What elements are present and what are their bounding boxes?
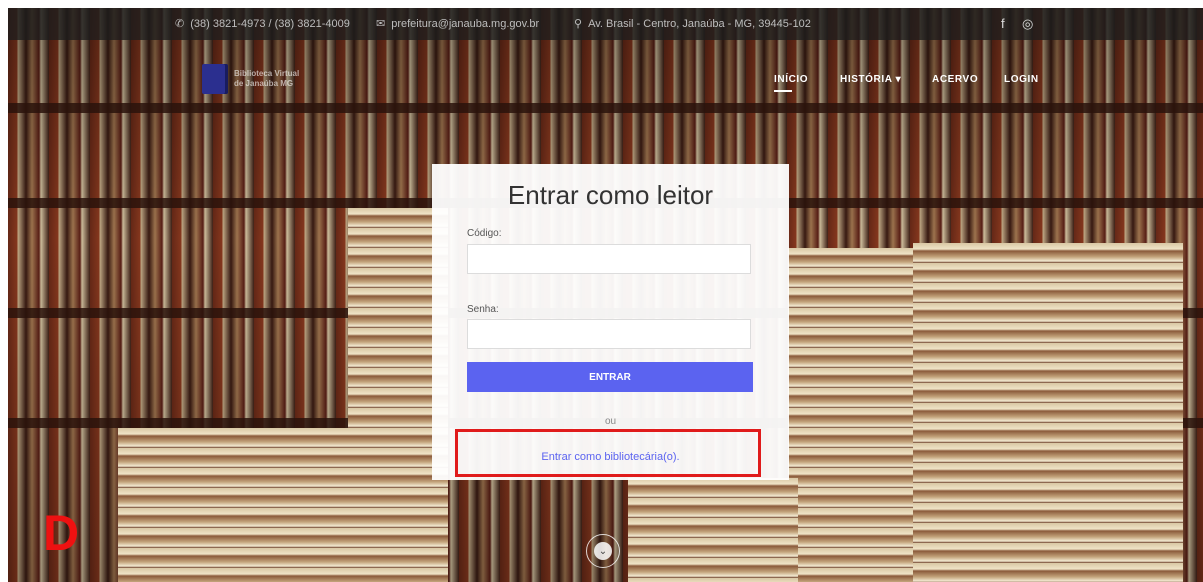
nav-inicio[interactable]: INÍCIO	[774, 74, 809, 92]
envelope-icon: ✉	[376, 18, 386, 30]
nav-acervo-label: ACERVO	[932, 74, 979, 85]
submit-button[interactable]: ENTRAR	[467, 362, 753, 392]
book-stack	[913, 243, 1183, 582]
hero-background: ✆ (38) 3821-4973 / (38) 3821-4009 ✉ pref…	[8, 8, 1203, 582]
nav-historia[interactable]: HISTÓRIA ▾	[840, 74, 901, 85]
email-text[interactable]: prefeitura@janauba.mg.gov.br	[391, 18, 539, 30]
scroll-down-button[interactable]: ⌄	[586, 534, 620, 568]
book-stack	[628, 478, 798, 582]
password-input[interactable]	[467, 319, 751, 349]
nav-login-label: LOGIN	[1004, 74, 1039, 85]
nav-inicio-label: INÍCIO	[774, 74, 809, 85]
code-input[interactable]	[467, 244, 751, 274]
instagram-icon[interactable]: ◎	[1022, 16, 1033, 32]
page-title: Entrar como leitor	[507, 180, 714, 210]
address-info: ⚲ Av. Brasil - Centro, Janaúba - MG, 394…	[574, 17, 811, 31]
book-logo-icon	[202, 64, 228, 94]
password-label: Senha:	[467, 304, 499, 315]
annotation-letter: D	[43, 505, 80, 561]
or-divider: ou	[604, 416, 617, 427]
email-info[interactable]: ✉ prefeitura@janauba.mg.gov.br	[376, 17, 539, 31]
phone-text: (38) 3821-4973 / (38) 3821-4009	[190, 17, 350, 30]
nav-acervo[interactable]: ACERVO	[932, 74, 978, 85]
map-pin-icon: ⚲	[574, 18, 583, 30]
logo-line1: Biblioteca Virtual	[234, 69, 300, 78]
book-stack	[118, 428, 348, 582]
phone-info: ✆ (38) 3821-4973 / (38) 3821-4009	[175, 17, 350, 31]
chevron-down-icon: ▾	[895, 74, 902, 85]
address-text: Av. Brasil - Centro, Janaúba - MG, 39445…	[588, 17, 811, 30]
annotation-highlight-box	[455, 429, 761, 477]
facebook-icon[interactable]: f	[1001, 16, 1005, 31]
active-indicator	[774, 90, 792, 92]
site-logo[interactable]: Biblioteca Virtual de Janaúba MG	[202, 64, 299, 94]
book-stack	[788, 248, 928, 582]
nav-historia-label: HISTÓRIA	[840, 74, 893, 85]
logo-line2: de Janaúba MG	[234, 79, 294, 88]
top-info-bar: ✆ (38) 3821-4973 / (38) 3821-4009 ✉ pref…	[8, 8, 1203, 40]
shelf	[8, 103, 1203, 113]
chevron-down-icon: ⌄	[594, 542, 612, 560]
phone-icon: ✆	[175, 18, 185, 30]
nav-login[interactable]: LOGIN	[1004, 74, 1039, 85]
code-label: Código:	[467, 228, 502, 239]
